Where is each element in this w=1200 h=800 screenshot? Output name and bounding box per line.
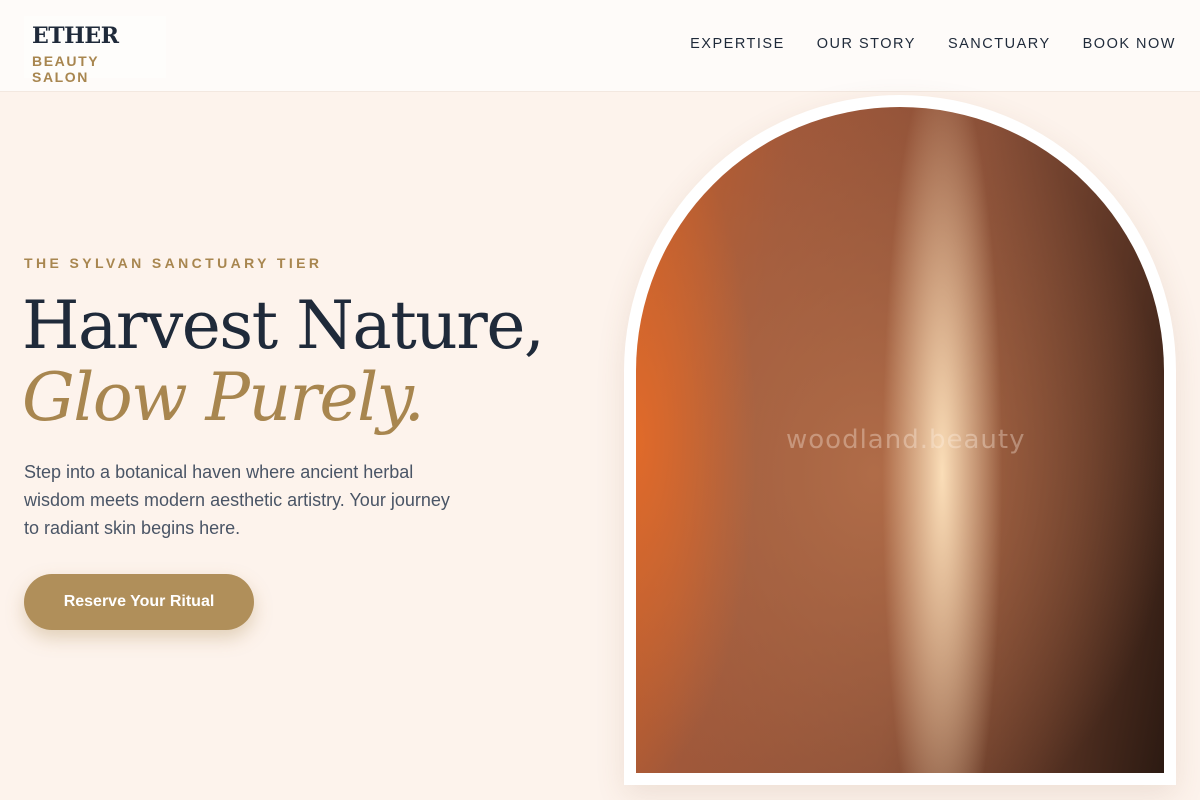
nav-item-our-story[interactable]: OUR STORY <box>817 36 916 52</box>
reserve-ritual-button[interactable]: Reserve Your Ritual <box>24 574 254 630</box>
nav-item-book-now[interactable]: BOOK NOW <box>1083 36 1176 52</box>
logo[interactable]: ETHER BEAUTY SALON <box>24 16 166 85</box>
hero-portrait-image: woodland.beauty <box>636 107 1164 773</box>
logo-subtitle: BEAUTY SALON <box>32 53 99 85</box>
nav-item-sanctuary[interactable]: SANCTUARY <box>948 36 1051 52</box>
main-nav: EXPERTISE OUR STORY SANCTUARY BOOK NOW <box>690 36 1176 52</box>
headline-line-1: Harvest Nature, <box>22 287 545 364</box>
hero-description: Step into a botanical haven where ancien… <box>24 462 450 538</box>
image-watermark: woodland.beauty <box>786 425 1026 455</box>
headline-line-2: Glow Purely. <box>22 359 425 436</box>
nav-item-expertise[interactable]: EXPERTISE <box>690 36 785 52</box>
hero-image-frame: woodland.beauty <box>624 95 1176 785</box>
logo-title: ETHER <box>32 23 119 49</box>
hero-headline: Harvest Nature, Glow Purely. <box>22 287 545 436</box>
site-header: ETHER BEAUTY SALON EXPERTISE OUR STORY S… <box>0 0 1200 92</box>
hero-eyebrow: THE SYLVAN SANCTUARY TIER <box>24 255 323 271</box>
